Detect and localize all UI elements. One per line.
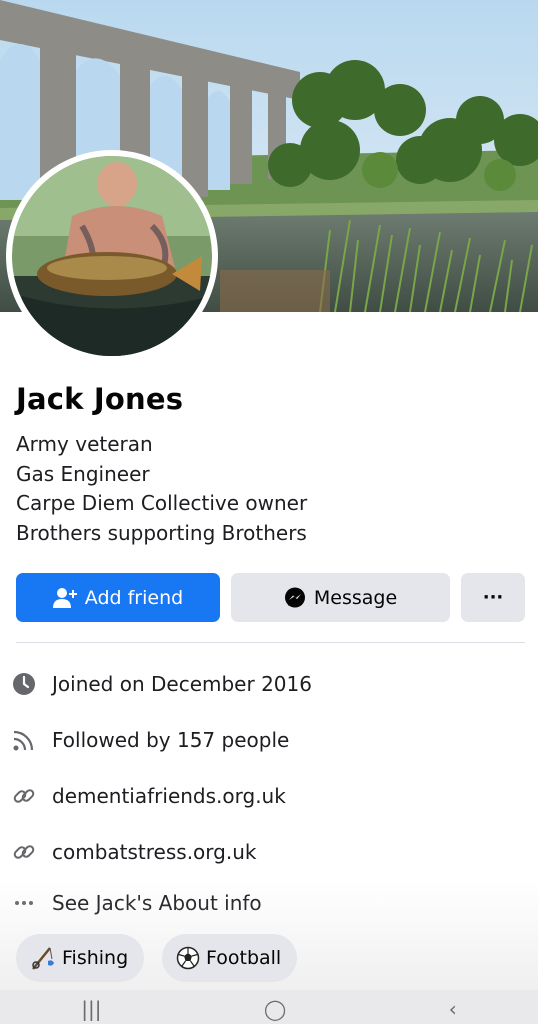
link-icon bbox=[10, 838, 38, 866]
avatar-image bbox=[12, 156, 212, 356]
detail-followers[interactable]: Followed by 157 people bbox=[10, 726, 289, 754]
bio-line: Gas Engineer bbox=[16, 461, 150, 486]
add-friend-button[interactable]: Add friend bbox=[16, 573, 220, 622]
profile-bio: Army veteran Gas Engineer Carpe Diem Col… bbox=[16, 430, 307, 548]
link-icon bbox=[10, 782, 38, 810]
bio-line: Brothers supporting Brothers bbox=[16, 520, 307, 545]
bio-line: Army veteran bbox=[16, 432, 153, 456]
profile-name: Jack Jones bbox=[16, 382, 184, 416]
detail-text: See Jack's About info bbox=[52, 891, 262, 915]
message-label: Message bbox=[313, 586, 398, 609]
profile-actions: Add friend Message ··· bbox=[16, 573, 525, 622]
detail-link[interactable]: dementiafriends.org.uk bbox=[10, 782, 286, 810]
recents-button[interactable]: ||| bbox=[81, 994, 101, 1024]
detail-link[interactable]: combatstress.org.uk bbox=[10, 838, 256, 866]
divider bbox=[16, 642, 525, 643]
message-button[interactable]: Message bbox=[231, 573, 450, 622]
profile-avatar[interactable] bbox=[6, 150, 218, 362]
system-navigation-bar: ||| ◯ ‹ bbox=[0, 990, 538, 1024]
detail-text: Followed by 157 people bbox=[52, 728, 290, 752]
chip-fishing[interactable]: Fishing bbox=[16, 934, 145, 982]
detail-text: Joined on December 2016 bbox=[52, 672, 312, 696]
home-button[interactable]: ◯ bbox=[264, 994, 286, 1024]
add-friend-label: Add friend bbox=[84, 586, 184, 609]
bio-line: Carpe Diem Collective owner bbox=[16, 491, 308, 515]
back-button[interactable]: ‹ bbox=[449, 994, 457, 1024]
rss-icon bbox=[10, 726, 38, 754]
chip-label: Fishing bbox=[62, 947, 129, 969]
fishing-icon bbox=[32, 947, 54, 970]
detail-text: dementiafriends.org.uk bbox=[52, 784, 286, 808]
detail-joined: Joined on December 2016 bbox=[10, 670, 312, 698]
clock-icon bbox=[10, 670, 38, 698]
chip-football[interactable]: Football bbox=[162, 934, 298, 982]
add-person-icon bbox=[52, 587, 77, 608]
see-about-info[interactable]: See Jack's About info bbox=[10, 889, 262, 917]
messenger-icon bbox=[284, 587, 305, 607]
more-dots-icon bbox=[10, 889, 38, 917]
chip-label: Football bbox=[206, 947, 282, 969]
detail-text: combatstress.org.uk bbox=[52, 840, 257, 864]
more-options-button[interactable]: ··· bbox=[461, 573, 525, 622]
football-icon bbox=[176, 946, 200, 970]
more-dots-icon: ··· bbox=[482, 587, 504, 608]
